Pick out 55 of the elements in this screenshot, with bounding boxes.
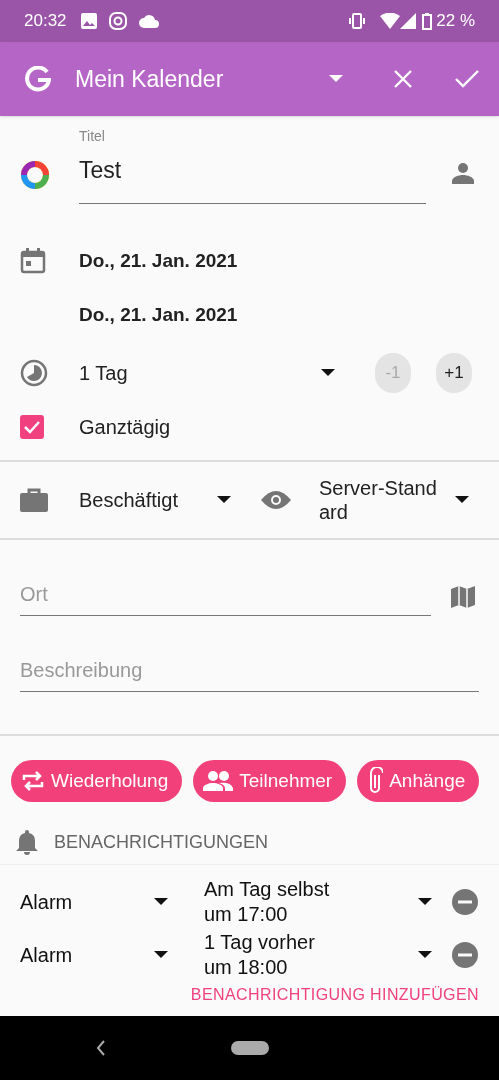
- all-day-checkbox[interactable]: [20, 415, 44, 439]
- all-day-label: Ganztägig: [79, 415, 171, 440]
- title-field[interactable]: Titel Test: [79, 126, 426, 204]
- availability-dropdown[interactable]: Beschäftigt: [79, 485, 231, 515]
- people-icon: [203, 771, 234, 791]
- eye-icon: [261, 490, 291, 510]
- start-date[interactable]: Do., 21. Jan. 2021: [79, 246, 238, 276]
- end-date[interactable]: Do., 21. Jan. 2021: [79, 300, 238, 330]
- dropdown-caret-icon: [418, 897, 432, 906]
- dropdown-caret-icon: [154, 897, 168, 906]
- back-icon[interactable]: [96, 1040, 106, 1056]
- visibility-dropdown[interactable]: Server-Stand ard: [319, 476, 471, 524]
- dropdown-caret-icon: [321, 369, 335, 377]
- map-icon[interactable]: [451, 586, 475, 608]
- g-logo-icon: [24, 66, 51, 92]
- notification-type-dropdown[interactable]: Alarm: [20, 886, 168, 917]
- vibrate-icon: [348, 13, 367, 29]
- home-pill[interactable]: [230, 1041, 269, 1055]
- dropdown-caret-icon: [329, 75, 343, 83]
- notification-type-dropdown[interactable]: Alarm: [20, 939, 168, 970]
- bell-icon: [16, 829, 38, 855]
- check-icon: [455, 69, 479, 89]
- clock-pie-icon: [20, 359, 48, 387]
- dropdown-caret-icon: [154, 950, 168, 959]
- field-label: Titel: [79, 127, 106, 146]
- step-button[interactable]: +1: [436, 353, 472, 393]
- calendar-selector[interactable]: Mein Kalender: [75, 61, 343, 97]
- duration-dropdown[interactable]: 1 Tag: [79, 358, 335, 388]
- dropdown-caret-icon: [418, 950, 432, 959]
- calendar-icon: [20, 248, 46, 274]
- chip-button[interactable]: Wiederholung: [11, 760, 183, 802]
- briefcase-icon: [20, 488, 48, 512]
- image-icon: [80, 13, 97, 29]
- chip-button[interactable]: Anhänge: [357, 760, 480, 802]
- remove-icon[interactable]: [451, 887, 479, 916]
- cloud-icon: [138, 14, 159, 28]
- remove-icon[interactable]: [451, 940, 479, 969]
- section-heading: BENACHRICHTIGUNGEN: [54, 830, 268, 854]
- signal-icon: [400, 13, 417, 29]
- field-value: Test: [79, 156, 123, 185]
- chip-button[interactable]: Teilnehmer: [193, 760, 347, 802]
- dropdown-caret-icon: [217, 496, 231, 504]
- wifi-icon: [380, 13, 401, 29]
- person-icon[interactable]: [452, 162, 474, 184]
- clock: 20:32: [24, 10, 67, 33]
- checkmark-icon: [24, 420, 40, 434]
- battery-level: 22 %: [436, 10, 475, 33]
- dropdown-caret-icon: [455, 496, 469, 504]
- close-icon: [393, 69, 413, 89]
- color-ring-icon[interactable]: [20, 160, 50, 190]
- battery-icon: [422, 12, 433, 30]
- repeat-icon: [21, 769, 45, 793]
- notification-time-dropdown[interactable]: 1 Tag vorher um 18:00: [204, 929, 444, 980]
- paperclip-icon: [367, 767, 384, 795]
- notification-time-dropdown[interactable]: Am Tag selbst um 17:00: [204, 876, 444, 927]
